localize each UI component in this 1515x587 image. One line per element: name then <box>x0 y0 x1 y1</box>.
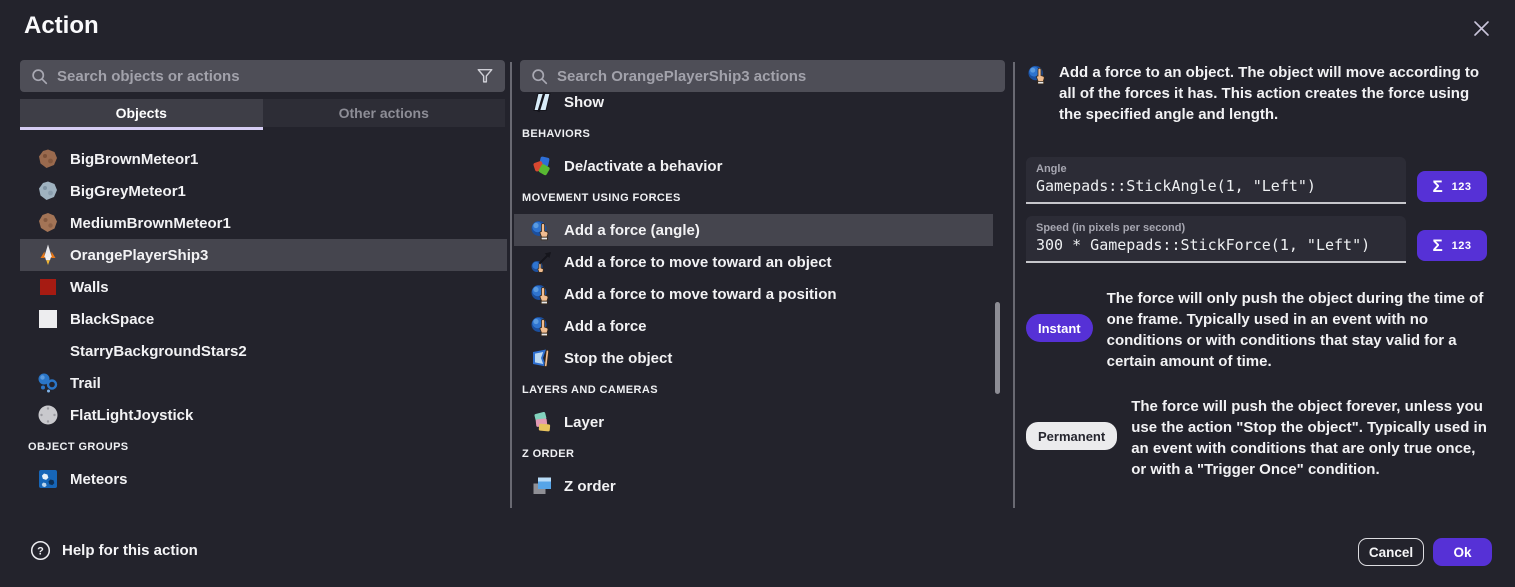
action-item-force-toward-position[interactable]: Add a force to move toward a position <box>514 278 993 310</box>
permanent-note: Permanent The force will push the object… <box>1026 396 1492 480</box>
help-icon: ? <box>30 540 51 561</box>
meteor-grey-icon <box>36 179 60 203</box>
angle-expression-button[interactable]: Σ 123 <box>1417 171 1487 202</box>
behavior-icon <box>530 154 554 178</box>
help-link[interactable]: ? Help for this action <box>30 540 198 561</box>
sigma-icon: Σ <box>1432 236 1442 256</box>
starry-background-icon <box>36 339 60 363</box>
light-square-icon <box>36 307 60 331</box>
layers-icon <box>530 410 554 434</box>
objects-list: BigBrownMeteor1 BigGreyMeteor1 MediumBro… <box>20 143 507 495</box>
trail-particles-icon <box>36 371 60 395</box>
actions-search-input[interactable] <box>557 68 995 85</box>
joystick-icon <box>36 403 60 427</box>
filter-icon[interactable] <box>475 64 495 88</box>
numbers-icon: 123 <box>1452 240 1472 252</box>
action-item-layer[interactable]: Layer <box>514 406 993 438</box>
close-icon[interactable] <box>1468 15 1494 41</box>
speed-field-label: Speed (in pixels per second) <box>1036 222 1406 234</box>
svg-text:?: ? <box>37 546 44 558</box>
list-item-biggreymeteor1[interactable]: BigGreyMeteor1 <box>20 175 507 207</box>
spaceship-icon <box>36 243 60 267</box>
section-movement-using-forces: MOVEMENT USING FORCES <box>514 182 993 214</box>
list-item-starrybackgroundstars2[interactable]: StarryBackgroundStars2 <box>20 335 507 367</box>
search-icon <box>30 64 48 88</box>
object-group-icon <box>36 467 60 491</box>
action-description: Add a force to an object. The object wil… <box>1059 62 1489 125</box>
add-force-icon <box>530 314 554 338</box>
list-item-bigbrownmeteor1[interactable]: BigBrownMeteor1 <box>20 143 507 175</box>
add-force-icon <box>530 218 554 242</box>
search-icon <box>530 64 548 88</box>
left-panel-divider <box>510 62 512 508</box>
middle-panel-divider <box>1013 62 1015 508</box>
meteor-brown-icon <box>36 211 60 235</box>
tab-objects[interactable]: Objects <box>20 99 263 127</box>
speed-field[interactable]: Speed (in pixels per second) 300 * Gamep… <box>1026 216 1406 263</box>
permanent-badge: Permanent <box>1026 422 1117 450</box>
action-item-add-force[interactable]: Add a force <box>514 310 993 342</box>
instant-note-text: The force will only push the object duri… <box>1107 288 1492 372</box>
angle-field-value[interactable]: Gamepads::StickAngle(1, "Left") <box>1036 177 1406 195</box>
action-item-z-order[interactable]: Z order <box>514 470 993 502</box>
list-item-meteors-group[interactable]: Meteors <box>20 463 507 495</box>
left-tabs: Objects Other actions <box>20 99 505 127</box>
objects-search-input[interactable] <box>57 68 466 85</box>
angle-field-label: Angle <box>1036 163 1406 175</box>
red-square-icon <box>36 275 60 299</box>
list-item-flatlightjoystick[interactable]: FlatLightJoystick <box>20 399 507 431</box>
action-description-block: Add a force to an object. The object wil… <box>1026 62 1490 125</box>
instant-note: Instant The force will only push the obj… <box>1026 288 1492 372</box>
action-item-force-toward-object[interactable]: Add a force to move toward an object <box>514 246 993 278</box>
force-toward-object-icon <box>530 250 554 274</box>
action-item-deactivate-behavior[interactable]: De/activate a behavior <box>514 150 993 182</box>
add-force-icon <box>1026 62 1050 86</box>
speed-field-value[interactable]: 300 * Gamepads::StickForce(1, "Left") <box>1036 236 1406 254</box>
help-link-label: Help for this action <box>62 542 198 559</box>
show-object-icon <box>530 90 554 114</box>
list-item-blackspace[interactable]: BlackSpace <box>20 303 507 335</box>
z-order-icon <box>530 474 554 498</box>
objects-search <box>20 60 505 92</box>
list-item-trail[interactable]: Trail <box>20 367 507 399</box>
list-item-orangeplayership3[interactable]: OrangePlayerShip3 <box>20 239 507 271</box>
page-title: Action <box>24 12 99 40</box>
action-item-add-force-angle[interactable]: Add a force (angle) <box>514 214 993 246</box>
tab-other-actions[interactable]: Other actions <box>263 99 506 127</box>
list-item-mediumbrownmeteor1[interactable]: MediumBrownMeteor1 <box>20 207 507 239</box>
section-z-order: Z ORDER <box>514 438 993 470</box>
angle-field[interactable]: Angle Gamepads::StickAngle(1, "Left") <box>1026 157 1406 204</box>
add-force-icon <box>530 282 554 306</box>
actions-list: Show BEHAVIORS De/activate a behavior MO… <box>514 86 993 502</box>
section-object-groups: OBJECT GROUPS <box>20 431 507 463</box>
ok-button[interactable]: Ok <box>1433 538 1492 566</box>
section-behaviors: BEHAVIORS <box>514 118 993 150</box>
action-item-stop-object[interactable]: Stop the object <box>514 342 993 374</box>
sigma-icon: Σ <box>1432 177 1442 197</box>
section-layers-and-cameras: LAYERS AND CAMERAS <box>514 374 993 406</box>
action-item-show[interactable]: Show <box>514 86 993 118</box>
numbers-icon: 123 <box>1452 181 1472 193</box>
list-item-walls[interactable]: Walls <box>20 271 507 303</box>
cancel-button[interactable]: Cancel <box>1358 538 1424 566</box>
actions-list-scrollbar[interactable] <box>995 302 1000 394</box>
speed-expression-button[interactable]: Σ 123 <box>1417 230 1487 261</box>
meteor-brown-icon <box>36 147 60 171</box>
instant-badge: Instant <box>1026 314 1093 342</box>
permanent-note-text: The force will push the object forever, … <box>1131 396 1492 480</box>
stop-object-icon <box>530 346 554 370</box>
